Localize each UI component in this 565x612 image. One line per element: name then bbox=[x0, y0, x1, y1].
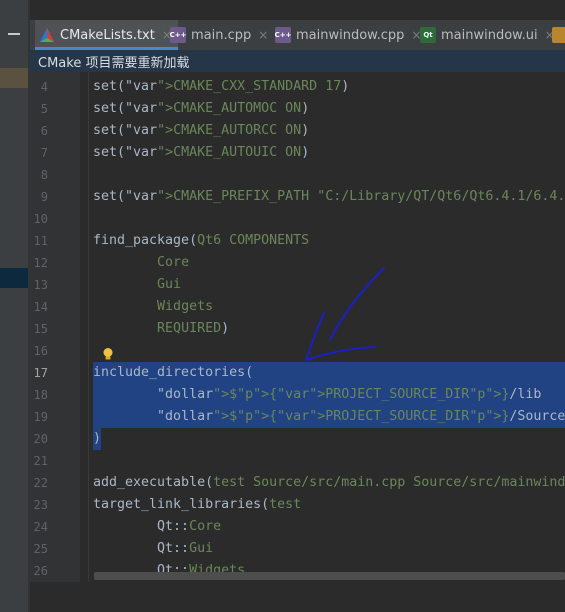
editor-bottom bbox=[30, 582, 565, 612]
code-line[interactable]: set("var">CMAKE_AUTOMOC ON) bbox=[93, 98, 309, 120]
line-number: 20 bbox=[33, 432, 48, 446]
line-number: 25 bbox=[33, 542, 48, 556]
line-number: 24 bbox=[33, 520, 48, 534]
line-number: 12 bbox=[33, 256, 48, 270]
tab-mainwindow-cpp[interactable]: C++ mainwindow.cpp × bbox=[275, 20, 421, 50]
tab-label: main.cpp bbox=[191, 27, 252, 43]
line-number: 9 bbox=[40, 190, 48, 204]
cmake-reload-notification[interactable]: CMake 项目需要重新加载 bbox=[30, 50, 565, 72]
code-line[interactable]: Qt::Core bbox=[93, 516, 221, 538]
code-line[interactable]: add_executable(test Source/src/main.cpp … bbox=[93, 472, 565, 494]
code-line[interactable]: set("var">CMAKE_AUTOUIC ON) bbox=[93, 142, 309, 164]
gutter-divider bbox=[88, 72, 89, 582]
line-number: 21 bbox=[33, 454, 48, 468]
tab-mainwindow-ui[interactable]: Qt mainwindow.ui × bbox=[420, 20, 555, 50]
line-number: 11 bbox=[33, 234, 48, 248]
code-line[interactable]: set("var">CMAKE_PREFIX_PATH "C:/Library/… bbox=[93, 186, 565, 208]
line-number: 16 bbox=[33, 344, 48, 358]
line-number: 19 bbox=[33, 410, 48, 424]
strip-selection bbox=[0, 268, 28, 288]
horizontal-scrollbar[interactable] bbox=[94, 572, 565, 580]
tab-main-cpp[interactable]: C++ main.cpp × bbox=[170, 20, 268, 50]
code-line[interactable]: Qt::Gui bbox=[93, 538, 213, 560]
line-number: 22 bbox=[33, 476, 48, 490]
line-number: 15 bbox=[33, 322, 48, 336]
notification-text: CMake 项目需要重新加载 bbox=[38, 55, 190, 71]
code-line[interactable]: "dollar">$"p">{"var">PROJECT_SOURCE_DIR"… bbox=[93, 384, 541, 406]
code-line[interactable]: "dollar">$"p">{"var">PROJECT_SOURCE_DIR"… bbox=[93, 406, 565, 428]
code-line[interactable]: find_package(Qt6 COMPONENTS bbox=[93, 230, 309, 252]
line-number: 8 bbox=[40, 168, 48, 182]
code-line[interactable]: set("var">CMAKE_CXX_STANDARD 17) bbox=[93, 76, 349, 98]
ui-file-icon: Qt bbox=[420, 27, 436, 43]
code-line[interactable]: Widgets bbox=[93, 296, 213, 318]
code-line[interactable]: include_directories( bbox=[93, 362, 253, 384]
line-number: 7 bbox=[40, 146, 48, 160]
line-number: 17 bbox=[33, 366, 48, 380]
line-number: 26 bbox=[33, 564, 48, 578]
code-line[interactable]: target_link_libraries(test bbox=[93, 494, 301, 516]
tab-cmakelists[interactable]: CMakeLists.txt × bbox=[35, 20, 178, 50]
cmake-icon bbox=[39, 27, 55, 43]
code-line[interactable]: Core bbox=[93, 252, 189, 274]
line-number: 18 bbox=[33, 388, 48, 402]
line-number: 4 bbox=[40, 80, 48, 94]
code-line[interactable]: ) bbox=[93, 428, 101, 450]
close-icon[interactable]: × bbox=[258, 28, 268, 42]
lightbulb-icon[interactable] bbox=[102, 347, 114, 361]
tab-label: CMakeLists.txt bbox=[60, 27, 155, 43]
tool-window-strip bbox=[0, 0, 28, 612]
line-number: 5 bbox=[40, 102, 48, 116]
cpp-file-icon: C++ bbox=[275, 27, 291, 43]
line-number: 6 bbox=[40, 124, 48, 138]
code-line[interactable]: REQUIRED) bbox=[93, 318, 229, 340]
tab-overflow[interactable] bbox=[552, 20, 565, 50]
line-number: 14 bbox=[33, 300, 48, 314]
file-icon bbox=[552, 27, 565, 43]
collapse-icon[interactable] bbox=[2, 22, 26, 46]
code-editor[interactable]: 4 set("var">CMAKE_CXX_STANDARD 17) 5 set("v… bbox=[30, 72, 565, 582]
strip-highlight bbox=[0, 68, 28, 88]
editor-tab-bar: CMakeLists.txt × C++ main.cpp × C++ main… bbox=[30, 20, 565, 51]
code-line[interactable]: set("var">CMAKE_AUTORCC ON) bbox=[93, 120, 309, 142]
tab-label: mainwindow.ui bbox=[441, 27, 538, 43]
line-number: 13 bbox=[33, 278, 48, 292]
cpp-file-icon: C++ bbox=[170, 27, 186, 43]
line-number: 10 bbox=[33, 212, 48, 226]
tab-label: mainwindow.cpp bbox=[296, 27, 405, 43]
line-number: 23 bbox=[33, 498, 48, 512]
code-line[interactable]: Gui bbox=[93, 274, 181, 296]
